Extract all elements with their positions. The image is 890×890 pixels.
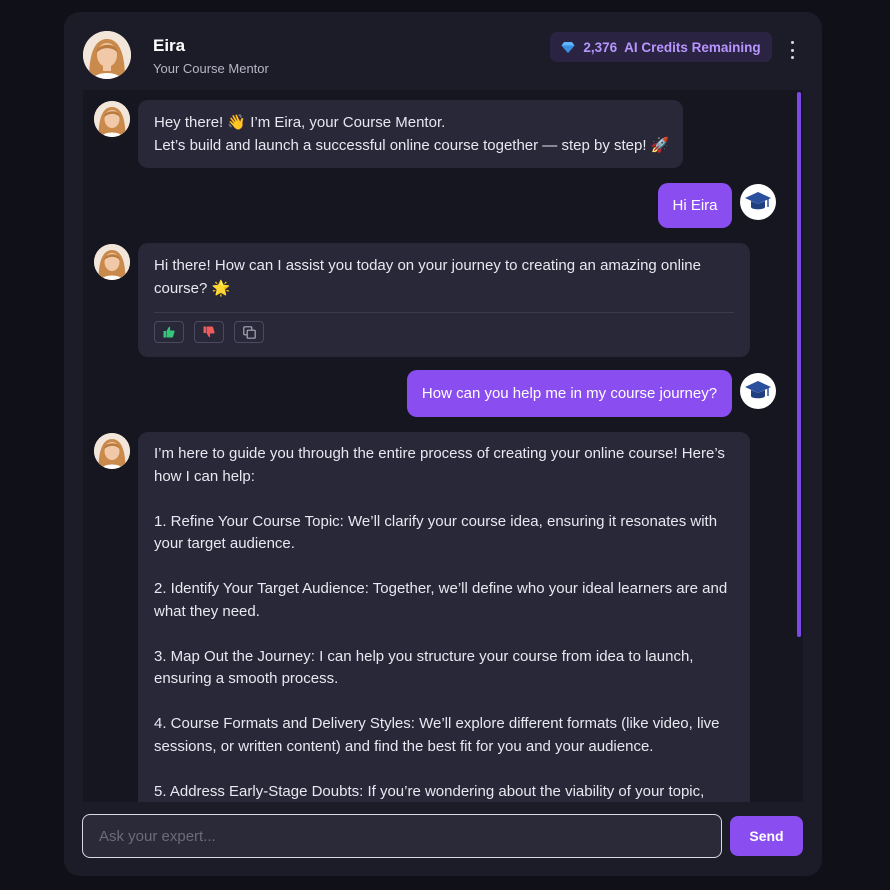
mentor-name: Eira [153,36,186,55]
thumbs-down-button[interactable] [194,321,224,343]
credits-badge: 2,376 AI Credits Remaining [550,32,772,62]
bot-message: Hi there! How can I assist you today on … [138,243,750,357]
chat-header: Eira Your Course Mentor 2,376 AI Credits… [64,12,822,90]
message-text: Hi Eira [672,196,718,214]
copy-icon [242,325,256,339]
message-divider [154,312,734,313]
message-line: sessions, or written content) and find t… [154,737,654,755]
more-options-icon[interactable] [784,38,800,62]
chat-scrollbar[interactable] [797,92,801,637]
diamond-icon [561,42,575,53]
message-line: Hey there! 👋 I’m Eira, your Course Mento… [154,114,446,131]
send-button[interactable]: Send [730,816,803,856]
user-message: Hi Eira [658,183,732,228]
bot-message: Hey there! 👋 I’m Eira, your Course Mento… [138,100,683,168]
graduation-cap-icon [745,381,771,399]
thumbs-up-button[interactable] [154,321,184,343]
message-list[interactable]: Hey there! 👋 I’m Eira, your Course Mento… [83,90,803,802]
user-avatar [740,184,776,220]
message-input[interactable] [83,815,721,857]
message-line: 3. Map Out the Journey: I can help you s… [154,647,694,665]
bot-avatar [94,101,130,137]
message-line: Let’s build and launch a successful onli… [154,136,670,154]
message-line: I’m here to guide you through the entire… [154,445,725,462]
message-line: ensuring a smooth process. [154,670,339,687]
thumbs-up-icon [163,326,175,338]
chat-window: Eira Your Course Mentor 2,376 AI Credits… [64,12,822,876]
message-line: what they need. [154,602,260,620]
user-avatar [740,373,776,409]
message-text: How can you help me in my course journey… [421,384,718,402]
message-input-wrapper [82,814,722,858]
user-message: How can you help me in my course journey… [407,370,732,417]
mentor-role: Your Course Mentor [153,61,269,76]
message-line: your target audience. [154,535,295,552]
message-line: course? 🌟 [154,279,231,297]
message-line: 5. Address Early-Stage Doubts: If you’re… [154,782,705,800]
bot-message: I’m here to guide you through the entire… [138,432,750,802]
message-line: 1. Refine Your Course Topic: We’ll clari… [154,512,718,530]
thumbs-down-icon [203,326,215,338]
message-line: 4. Course Formats and Delivery Styles: W… [154,715,720,732]
message-line: Hi there! How can I assist you today on … [154,257,701,274]
graduation-cap-icon [745,192,771,210]
copy-button[interactable] [234,321,264,343]
bot-avatar [94,244,130,280]
bot-avatar [94,433,130,469]
mentor-avatar [83,31,131,79]
message-line: how I can help: [154,467,255,485]
message-line: 2. Identify Your Target Audience: Togeth… [154,580,728,597]
credits-label: 2,376 AI Credits Remaining [583,39,761,55]
